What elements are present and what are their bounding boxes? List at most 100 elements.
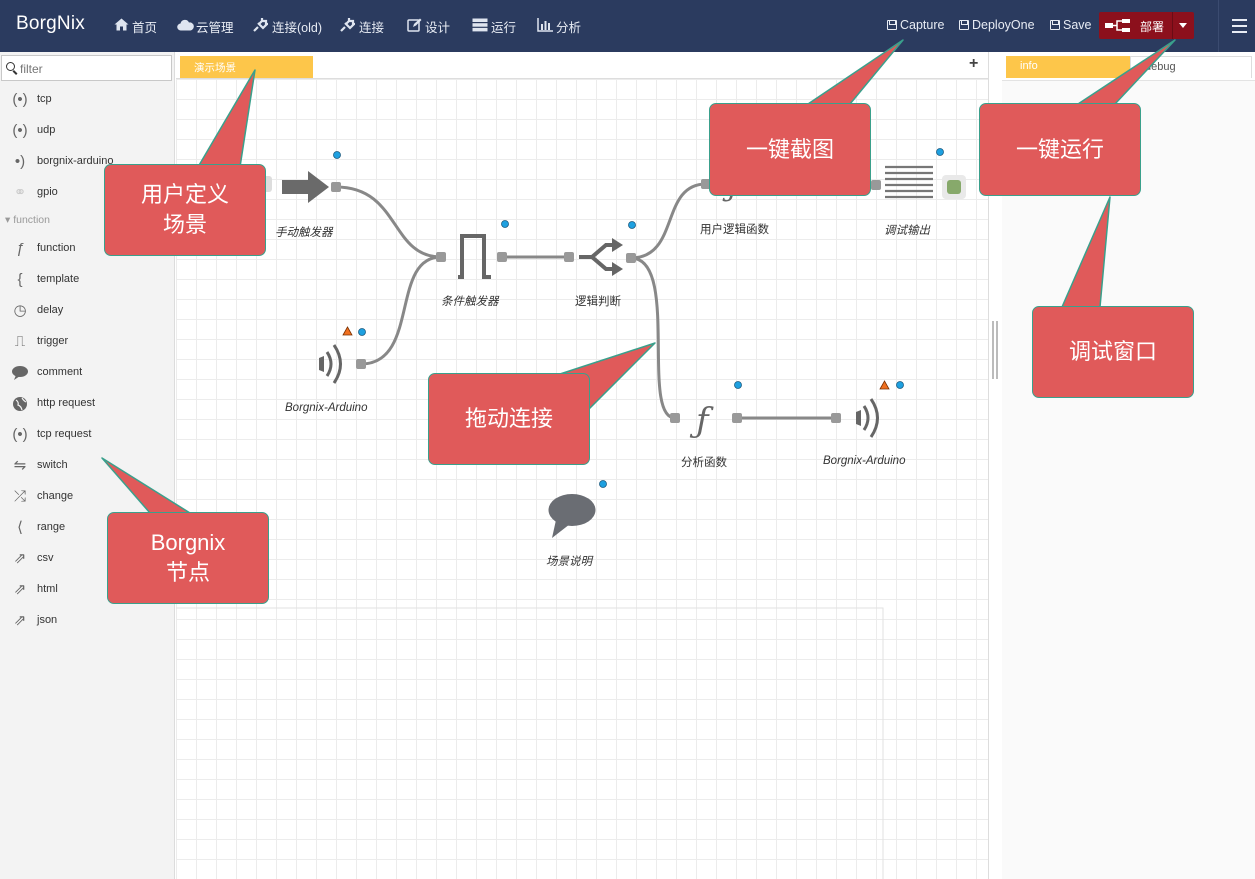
nav-connect-label: 连接: [359, 20, 385, 35]
nav-connect[interactable]: 连接: [340, 17, 384, 35]
add-tab-icon[interactable]: +: [969, 55, 978, 73]
broadcast-icon: (•): [12, 91, 28, 108]
sidebar-tabs: info debug: [1002, 52, 1255, 81]
palette-item-trigger[interactable]: ⎍ trigger: [0, 330, 174, 354]
node-manual-trigger: [258, 151, 341, 203]
deploy-button[interactable]: 部署: [1099, 12, 1194, 39]
deploy-label: 部署: [1140, 20, 1165, 34]
tab-demo-scene[interactable]: 演示场景: [180, 56, 313, 78]
drag-handle-icon[interactable]: [992, 321, 998, 379]
node-scene-comment: [548, 480, 607, 538]
palette-item-label: function: [37, 242, 76, 254]
node-user-logic-function: ƒ: [701, 169, 772, 204]
save-button[interactable]: Save: [1050, 18, 1092, 32]
palette-item-udp[interactable]: (•) udp: [0, 119, 174, 143]
nav-analysis[interactable]: 分析: [537, 17, 581, 35]
wifi-right-icon: •): [14, 153, 26, 170]
shuffle-icon: ⤮: [13, 488, 26, 505]
palette-item-label: tcp: [37, 93, 52, 105]
main-menu-button[interactable]: [1218, 0, 1255, 52]
function-icon: ƒ: [15, 240, 25, 257]
palette-item-range[interactable]: ⟨ range: [0, 516, 174, 540]
nav-cloud[interactable]: 云管理: [177, 17, 234, 35]
export-icon: ⇗: [13, 581, 27, 598]
palette-category-function[interactable]: ▾ function: [5, 214, 50, 226]
palette-item-tcp-request[interactable]: (•) tcp request: [0, 423, 174, 447]
deploy-one-label: DeployOne: [972, 18, 1035, 32]
deploy-divider: [1172, 12, 1173, 39]
sidebar-splitter[interactable]: [988, 52, 1002, 879]
save-label: Save: [1063, 18, 1092, 32]
broadcast-icon: (•): [12, 426, 28, 443]
palette-item-switch[interactable]: ⇋ switch: [0, 454, 174, 478]
palette-item-label: change: [37, 490, 74, 502]
palette-category-label: function: [13, 214, 50, 226]
caret-down-icon: ▾: [5, 214, 14, 226]
range-icon: ⟨: [17, 519, 23, 536]
palette-item-http-request[interactable]: http request: [0, 392, 174, 416]
switch-icon: ⇋: [13, 457, 27, 474]
nav-run[interactable]: 运行: [472, 17, 516, 35]
flow-canvas[interactable]: ƒ ƒ: [176, 79, 988, 879]
tab-debug[interactable]: debug: [1130, 56, 1252, 78]
node-condition-trigger: [436, 220, 509, 279]
bar-chart-icon: [537, 17, 553, 35]
palette-item-csv[interactable]: ⇗ csv: [0, 547, 174, 571]
capture-button[interactable]: Capture: [887, 18, 944, 32]
cloud-icon: [177, 19, 194, 34]
nav-connect-old[interactable]: 连接(old): [253, 17, 322, 35]
search-icon: [6, 62, 15, 71]
nav-design[interactable]: 设计: [406, 17, 450, 35]
top-header: BorgNix 首页 云管理 连接(old) 连接 设计 运行 分析 Captu…: [0, 0, 1255, 52]
palette-item-tcp[interactable]: (•) tcp: [0, 88, 174, 112]
plug-icon: [340, 17, 356, 35]
save-icon: [1050, 20, 1060, 30]
brace-icon: {: [17, 271, 23, 288]
palette-item-comment[interactable]: comment: [0, 361, 174, 385]
caret-down-icon[interactable]: [1179, 23, 1187, 28]
palette-item-label: range: [37, 521, 66, 533]
save-icon: [959, 20, 969, 30]
export-icon: ⇗: [13, 612, 27, 629]
palette-item-label: gpio: [37, 186, 58, 198]
nav-connect-old-label: 连接(old): [272, 20, 323, 35]
node-analysis-function: ƒ: [670, 381, 742, 441]
info-sidebar: info debug: [1002, 52, 1255, 879]
flow-wires: [335, 182, 876, 420]
deploy-flow-icon: [1105, 19, 1130, 32]
palette-item-json[interactable]: ⇗ json: [0, 609, 174, 633]
palette-item-label: trigger: [37, 335, 69, 347]
palette-item-gpio[interactable]: ⚭ gpio: [0, 181, 174, 205]
nav-home[interactable]: 首页: [113, 17, 157, 35]
export-icon: ⇗: [13, 550, 27, 567]
svg-text:ƒ: ƒ: [722, 169, 744, 204]
svg-text:ƒ: ƒ: [689, 401, 714, 441]
palette-item-delay[interactable]: ◷ delay: [0, 299, 174, 323]
palette-item-label: template: [37, 273, 80, 285]
palette-item-label: tcp request: [37, 428, 92, 440]
palette-item-label: borgnix-arduino: [37, 155, 114, 167]
gpio-icon: ⚭: [13, 184, 27, 201]
palette-item-change[interactable]: ⤮ change: [0, 485, 174, 509]
flow-diagram: ƒ ƒ: [176, 148, 966, 879]
palette-item-label: html: [37, 583, 58, 595]
broadcast-icon: (•): [12, 122, 28, 139]
palette-item-function[interactable]: ƒ function: [0, 237, 174, 261]
deploy-one-button[interactable]: DeployOne: [959, 18, 1035, 32]
tab-info[interactable]: info: [1006, 56, 1130, 78]
node-debug-output: [871, 148, 966, 199]
palette-item-template[interactable]: { template: [0, 268, 174, 292]
nav-home-label: 首页: [132, 20, 158, 35]
palette-item-borgnix-arduino[interactable]: •) borgnix-arduino: [0, 150, 174, 174]
palette-item-html[interactable]: ⇗ html: [0, 578, 174, 602]
comment-icon: [9, 363, 31, 383]
palette-item-label: switch: [37, 459, 68, 471]
capture-label: Capture: [900, 18, 945, 32]
palette-filter[interactable]: [1, 55, 172, 81]
server-icon: [472, 18, 488, 35]
globe-icon: [9, 394, 31, 414]
filter-input[interactable]: [20, 60, 168, 78]
pulse-icon: ⎍: [14, 333, 26, 350]
workspace-tabs: 演示场景 +: [176, 52, 988, 79]
brand-logo[interactable]: BorgNix: [16, 13, 85, 35]
